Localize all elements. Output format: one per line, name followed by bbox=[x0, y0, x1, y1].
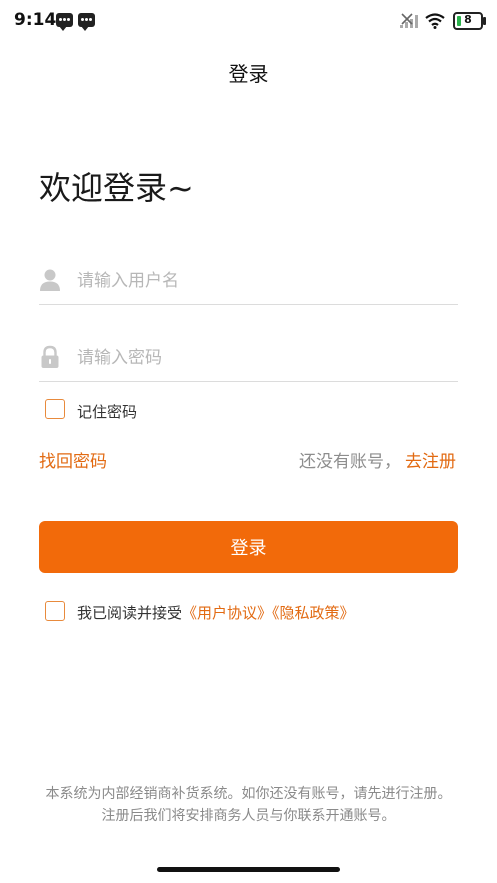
agreement-text: 我已阅读并接受《用户协议》《隐私政策》 bbox=[77, 602, 355, 623]
no-sim-signal-icon bbox=[400, 13, 418, 28]
battery-icon: 8 bbox=[453, 12, 486, 30]
status-bar: 9:14 8 bbox=[0, 0, 497, 44]
welcome-heading: 欢迎登录~ bbox=[39, 169, 194, 207]
status-time: 9:14 bbox=[14, 10, 57, 30]
user-icon bbox=[40, 269, 60, 291]
username-input[interactable] bbox=[77, 264, 447, 298]
no-account-text: 还没有账号， bbox=[299, 452, 401, 472]
wifi-icon bbox=[425, 13, 445, 29]
password-field[interactable] bbox=[39, 335, 458, 382]
page-title: 登录 bbox=[228, 62, 269, 86]
message-icon bbox=[78, 13, 95, 31]
remember-password-checkbox[interactable] bbox=[45, 399, 65, 419]
user-agreement-link[interactable]: 《用户协议》 bbox=[182, 604, 272, 622]
home-indicator[interactable] bbox=[157, 867, 340, 872]
login-button[interactable]: 登录 bbox=[39, 521, 458, 573]
username-field[interactable] bbox=[39, 258, 458, 305]
privacy-policy-link[interactable]: 《隐私政策》 bbox=[272, 604, 355, 622]
remember-password-label[interactable]: 记住密码 bbox=[77, 401, 137, 422]
register-link[interactable]: 去注册 bbox=[405, 447, 456, 472]
message-icon bbox=[56, 13, 73, 31]
password-input[interactable] bbox=[77, 341, 447, 375]
agreement-prefix: 我已阅读并接受 bbox=[77, 604, 183, 622]
footer-notice: 本系统为内部经销商补货系统。如你还没有账号，请先进行注册。注册后我们将安排商务人… bbox=[45, 786, 452, 824]
battery-level: 8 bbox=[464, 13, 472, 26]
lock-icon bbox=[41, 345, 59, 368]
forgot-password-link[interactable]: 找回密码 bbox=[39, 447, 107, 472]
agreement-checkbox[interactable] bbox=[45, 601, 65, 621]
